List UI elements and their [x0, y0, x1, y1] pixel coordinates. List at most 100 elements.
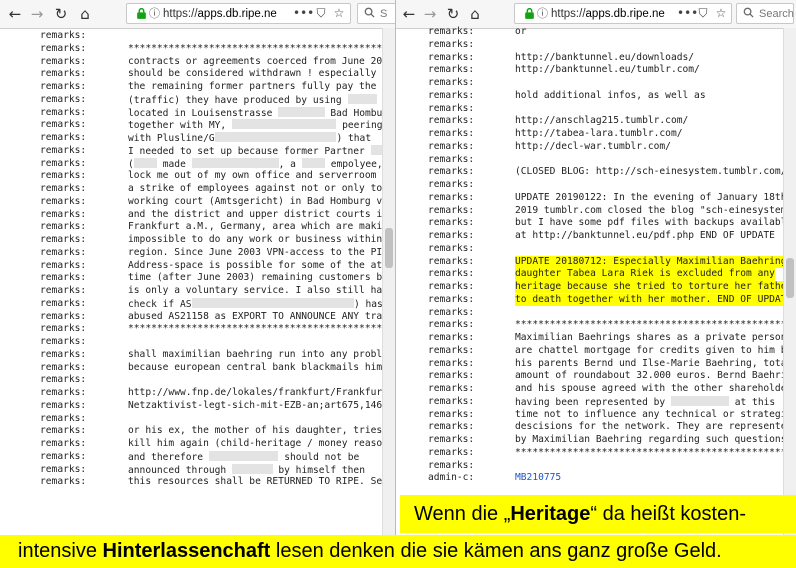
info-icon[interactable]: ⓘ — [149, 6, 160, 21]
redaction-block — [133, 157, 157, 168]
whois-row: remarks: time (after June 2003) remaining… — [0, 272, 395, 284]
whois-attribute-value: or — [515, 26, 527, 37]
whois-attribute-key: remarks: — [40, 183, 87, 194]
whois-row: remarks: Maximilian Baehrings shares as a… — [396, 332, 796, 344]
forward-icon[interactable]: → — [421, 4, 439, 24]
whois-attribute-key: remarks: — [428, 217, 475, 229]
whois-attribute-key: remarks: — [428, 446, 475, 458]
whois-attribute-value: working court (Amtsgericht) in Bad Hombu… — [128, 195, 396, 207]
reload-icon[interactable]: ↻ — [444, 4, 462, 24]
whois-attribute-key: remarks: — [428, 319, 475, 331]
whois-attribute-value: UPDATE 20190122: In the evening of Janua… — [515, 191, 793, 203]
whois-attribute-key: remarks: — [40, 68, 87, 80]
whois-row: remarks: impossible to do any work or bus… — [0, 234, 395, 246]
whois-attribute-key: remarks: — [428, 434, 475, 445]
right-scroll-thumb[interactable] — [786, 258, 794, 298]
whois-row: remarks: daughter Tabea Lara Riek is excl… — [396, 268, 796, 281]
whois-attribute-value: announced through by himself then — [128, 463, 365, 476]
whois-attribute-key: remarks: — [40, 55, 87, 67]
whois-row: remarks: or — [396, 26, 796, 38]
url-prefix: https:// — [551, 8, 586, 20]
whois-attribute-key: remarks: — [40, 170, 87, 182]
whois-row: remarks: descisions for the network. They… — [396, 421, 796, 433]
redaction-block — [208, 450, 279, 461]
whois-attribute-value: impossible to do any work or business wi… — [128, 234, 396, 245]
left-search-box[interactable]: S — [357, 3, 395, 24]
left-scrollbar[interactable] — [382, 28, 395, 568]
whois-row: remarks: located in Louisenstrasse Bad Ho… — [0, 106, 395, 119]
whois-row: remarks: and his spouse agreed with the o… — [396, 383, 796, 395]
whois-link-value[interactable]: MB210775 — [515, 472, 561, 484]
whois-attribute-key: remarks: — [428, 128, 475, 139]
whois-attribute-value: Address-space is possible for some of th… — [128, 259, 396, 271]
whois-attribute-value: http://tabea-lara.tumblr.com/ — [515, 128, 683, 139]
pocket-icon[interactable]: ⛉ — [313, 5, 329, 21]
left-scroll-thumb[interactable] — [385, 228, 393, 268]
right-search-box[interactable]: Search — [736, 3, 794, 24]
whois-attribute-value: http://www.fnp.de/lokales/frankfurt/Fran… — [128, 387, 396, 398]
back-icon[interactable]: ← — [6, 4, 24, 24]
whois-row: remarks: — [396, 243, 796, 255]
whois-attribute-key: remarks: — [428, 242, 475, 254]
whois-row: remarks: at http://banktunnel.eu/pdf.php … — [396, 230, 796, 242]
whois-row: remarks: — [396, 179, 796, 191]
back-icon[interactable]: ← — [400, 4, 418, 24]
more-actions-icon[interactable]: ••• — [293, 5, 314, 21]
whois-attribute-key: remarks: — [40, 144, 87, 156]
search-icon — [743, 7, 754, 18]
whois-attribute-value: UPDATE 20180712: Especially Maximilian B… — [515, 255, 793, 268]
whois-attribute-key: remarks: — [428, 268, 475, 280]
whois-row: remarks: heritage because she tried to to… — [396, 281, 796, 294]
right-toolbar: ← → ↻ ⌂ ⓘ https://apps.db.ripe.ne ••• ⛉ … — [396, 0, 796, 29]
whois-row: remarks: a strike of employees against no… — [0, 183, 395, 195]
bookmark-star-icon[interactable]: ☆ — [331, 5, 347, 21]
url-host: apps.db.ripe.ne — [197, 8, 277, 20]
bookmark-star-icon[interactable]: ☆ — [713, 5, 729, 21]
home-icon[interactable]: ⌂ — [466, 4, 484, 24]
whois-attribute-key: remarks: — [40, 412, 87, 424]
whois-attribute-value: http://decl-war.tumblr.com/ — [515, 140, 671, 152]
whois-attribute-key: remarks: — [40, 259, 87, 271]
caption-2-bold: Hinterlassenchaft — [102, 540, 271, 562]
whois-attribute-key: remarks: — [428, 395, 475, 407]
whois-attribute-value: region. Since June 2003 VPN-access to th… — [128, 246, 396, 258]
whois-row: remarks: (traffic) they have produced by … — [0, 93, 395, 106]
whois-row: remarks: ********************************… — [0, 43, 395, 55]
reload-icon[interactable]: ↻ — [52, 4, 70, 24]
caption-1-pre: Wenn die „ — [414, 503, 511, 525]
whois-attribute-key: remarks: — [40, 387, 87, 398]
pocket-icon[interactable]: ⛉ — [695, 5, 711, 21]
forward-icon[interactable]: → — [28, 4, 46, 24]
whois-attribute-value: heritage because she tried to torture he… — [515, 281, 793, 294]
whois-attribute-value: http://banktunnel.eu/tumblr.com/ — [515, 64, 700, 76]
whois-row: remarks: with Plusline/G) that — [0, 132, 395, 144]
whois-attribute-key: remarks: — [428, 421, 475, 433]
home-icon[interactable]: ⌂ — [76, 4, 94, 24]
whois-attribute-key: remarks: — [40, 285, 87, 296]
right-scrollbar[interactable] — [783, 28, 796, 568]
whois-attribute-value: hold additional infos, as well as — [515, 89, 706, 101]
whois-row: remarks: Netzaktivist-legt-sich-mit-EZB-a… — [0, 400, 395, 412]
whois-row: remarks: to death together with her mothe… — [396, 293, 796, 307]
whois-row: remarks: working court (Amtsgericht) in B… — [0, 196, 395, 208]
whois-row: remarks: is only a voluntary service. I a… — [0, 285, 395, 297]
whois-row: remarks: — [0, 336, 395, 348]
url-prefix: https:// — [163, 8, 198, 20]
whois-attribute-key: remarks: — [40, 476, 87, 488]
left-url-bar[interactable]: ⓘ https://apps.db.ripe.ne ••• ⛉ ☆ — [126, 3, 351, 24]
caption-line-1: Wenn die „Heritage“ da heißt kosten- — [400, 495, 796, 533]
right-url-bar[interactable]: ⓘ https://apps.db.ripe.ne ••• ⛉ ☆ — [514, 3, 732, 24]
caption-1-bold: Heritage — [510, 503, 591, 525]
whois-row: admin-c: MB210775 — [396, 472, 796, 484]
whois-attribute-value: his parents Bernd und Ilse-Marie Baehrin… — [515, 357, 793, 369]
whois-row: remarks: 2019 tumblr.com closed the blog … — [396, 205, 796, 217]
info-icon[interactable]: ⓘ — [537, 6, 548, 21]
more-actions-icon[interactable]: ••• — [677, 5, 698, 21]
caption-1-post: “ da heißt kosten- — [590, 503, 747, 525]
whois-attribute-key: remarks: — [40, 438, 87, 449]
whois-attribute-value: ( made , a empolyee, — [128, 157, 383, 170]
whois-row: remarks: ********************************… — [396, 447, 796, 459]
whois-row: remarks: abused AS21158 as EXPORT TO ANNO… — [0, 311, 395, 323]
whois-attribute-key: remarks: — [40, 81, 87, 92]
whois-row: remarks: — [0, 30, 395, 42]
